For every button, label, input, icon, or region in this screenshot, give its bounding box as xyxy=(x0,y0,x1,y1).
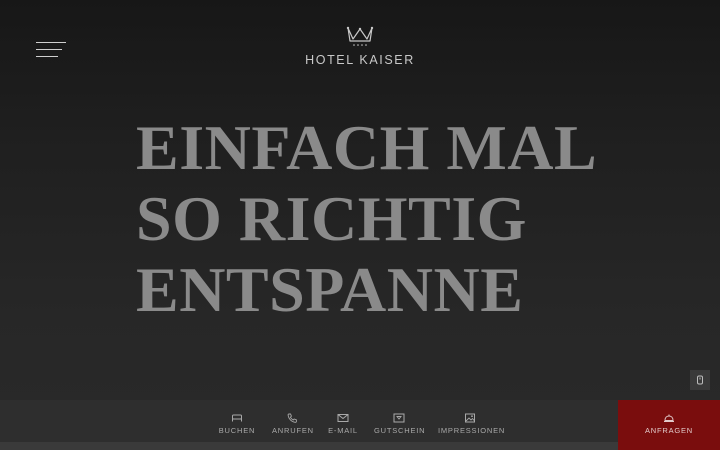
anrufen-label: ANRUFEN xyxy=(272,426,314,435)
menu-line-bottom xyxy=(36,56,58,57)
anfragen-label: ANFRAGEN xyxy=(644,426,694,435)
impressionen-label: IMPRESSIONEN xyxy=(438,426,506,435)
hero-line-3: ENTSPANNE xyxy=(136,254,524,325)
impressionen-button[interactable]: IMPRESSIONEN xyxy=(438,413,506,435)
hotel-logo[interactable]: HOTEL KAISER xyxy=(300,24,420,67)
logo-text: HOTEL KAISER xyxy=(305,53,415,67)
mouse-icon xyxy=(697,375,703,385)
hero-headline: EINFACH MAL SO RICHTIG ENTSPANNE xyxy=(136,112,656,325)
bottom-bar-strip xyxy=(0,442,618,450)
gutschein-label: GUTSCHEIN xyxy=(374,426,426,435)
hero-line-1: EINFACH MAL xyxy=(136,112,598,183)
gift-card-icon xyxy=(393,413,405,423)
email-button[interactable]: E-MAIL xyxy=(328,413,358,435)
email-label: E-MAIL xyxy=(328,426,358,435)
scroll-toggle-button[interactable] xyxy=(690,370,710,390)
hero-line-2: SO RICHTIG xyxy=(136,183,527,254)
service-bell-icon xyxy=(664,414,674,422)
menu-button[interactable] xyxy=(30,36,72,64)
page: HOTEL KAISER EINFACH MAL SO RICHTIG ENTS… xyxy=(0,0,720,450)
envelope-icon xyxy=(337,414,349,422)
anfragen-button[interactable]: ANFRAGEN xyxy=(618,400,720,450)
crown-icon xyxy=(346,26,374,46)
menu-line-top xyxy=(36,42,66,43)
buchen-button[interactable]: BUCHEN xyxy=(218,413,256,435)
bed-icon xyxy=(232,414,242,422)
menu-line-middle xyxy=(36,49,62,50)
gutschein-button[interactable]: GUTSCHEIN xyxy=(374,413,426,435)
phone-icon xyxy=(287,413,297,423)
anrufen-button[interactable]: ANRUFEN xyxy=(272,413,314,435)
buchen-label: BUCHEN xyxy=(218,426,256,435)
image-icon xyxy=(465,413,475,423)
